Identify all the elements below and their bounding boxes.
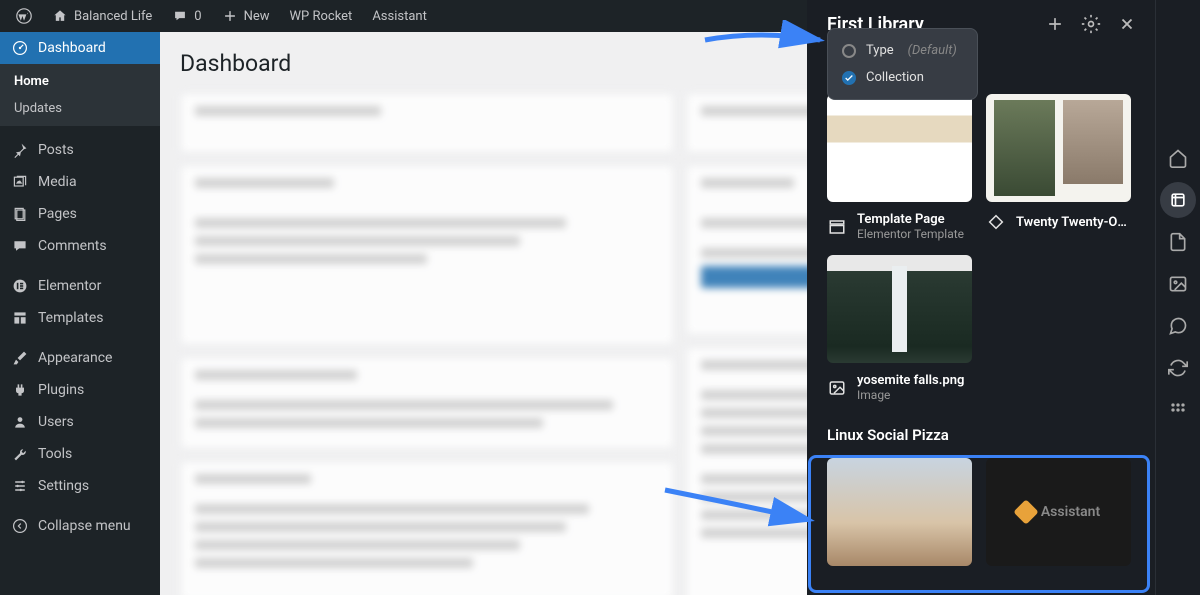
- thumbnail: [986, 94, 1131, 202]
- sliders-icon: [12, 478, 28, 494]
- thumbnail: [827, 94, 972, 202]
- wp-rocket-link[interactable]: WP Rocket: [282, 0, 361, 32]
- plus-icon: [222, 8, 238, 24]
- side-btn-media[interactable]: [1160, 266, 1196, 302]
- section-linux-social-pizza: Linux Social Pizza: [827, 426, 1135, 444]
- library-item-template-page[interactable]: Template Page Elementor Template: [827, 94, 972, 241]
- pages-icon: [12, 206, 28, 222]
- menu-users[interactable]: Users: [0, 406, 160, 438]
- thumbnail: [827, 458, 972, 566]
- dashboard-widget: [180, 93, 674, 153]
- assistant-link[interactable]: Assistant: [364, 0, 435, 32]
- filter-option-type[interactable]: Type (Default): [836, 37, 969, 64]
- plug-icon: [12, 382, 28, 398]
- menu-dashboard[interactable]: Dashboard: [0, 32, 160, 64]
- library-item-pizza[interactable]: [827, 458, 972, 566]
- side-btn-content[interactable]: [1160, 224, 1196, 260]
- menu-templates[interactable]: Templates: [0, 302, 160, 334]
- thumbnail: Assistant: [986, 458, 1131, 566]
- menu-pages[interactable]: Pages: [0, 198, 160, 230]
- elementor-icon: [12, 278, 28, 294]
- assistant-panel: First Library Type (Default) Collection …: [807, 0, 1200, 595]
- close-button[interactable]: [1115, 12, 1139, 36]
- new-label: New: [244, 9, 270, 24]
- user-icon: [12, 414, 28, 430]
- menu-appearance[interactable]: Appearance: [0, 342, 160, 374]
- admin-sidebar: Dashboard Home Updates Posts Media Pages…: [0, 32, 160, 595]
- menu-media[interactable]: Media: [0, 166, 160, 198]
- side-btn-libraries[interactable]: [1160, 182, 1196, 218]
- side-btn-comments[interactable]: [1160, 308, 1196, 344]
- dashboard-widget: [180, 165, 674, 345]
- side-btn-updates[interactable]: [1160, 350, 1196, 386]
- home-icon: [52, 8, 68, 24]
- collapse-menu[interactable]: Collapse menu: [0, 510, 160, 542]
- comment-icon: [12, 238, 28, 254]
- menu-posts[interactable]: Posts: [0, 134, 160, 166]
- submenu-home[interactable]: Home: [0, 68, 160, 95]
- menu-elementor[interactable]: Elementor: [0, 270, 160, 302]
- media-icon: [12, 174, 28, 190]
- brush-icon: [12, 350, 28, 366]
- collapse-icon: [12, 518, 28, 534]
- templates-icon: [12, 310, 28, 326]
- menu-tools[interactable]: Tools: [0, 438, 160, 470]
- new-content-link[interactable]: New: [214, 0, 278, 32]
- dashboard-widget: [180, 357, 674, 449]
- submenu-updates[interactable]: Updates: [0, 95, 160, 122]
- side-btn-home[interactable]: [1160, 140, 1196, 176]
- library-item-twenty-twenty[interactable]: Twenty Twenty-On…: [986, 94, 1131, 241]
- radio-unchecked-icon: [842, 44, 856, 58]
- menu-plugins[interactable]: Plugins: [0, 374, 160, 406]
- filter-dropdown: Type (Default) Collection: [827, 28, 978, 100]
- pin-icon: [12, 142, 28, 158]
- thumbnail: [827, 255, 972, 363]
- site-name: Balanced Life: [74, 9, 152, 24]
- radio-checked-icon: [842, 71, 856, 85]
- comment-icon: [172, 8, 188, 24]
- wordpress-icon: [16, 8, 32, 24]
- library-item-yosemite[interactable]: yosemite falls.png Image: [827, 255, 972, 402]
- diamond-icon: [986, 212, 1006, 232]
- settings-button[interactable]: [1079, 12, 1103, 36]
- library-item-assistant[interactable]: Assistant: [986, 458, 1131, 566]
- submenu-dashboard: Home Updates: [0, 64, 160, 126]
- side-btn-apps[interactable]: [1160, 392, 1196, 428]
- wp-logo[interactable]: [8, 0, 40, 32]
- image-icon: [827, 378, 847, 398]
- add-button[interactable]: [1043, 12, 1067, 36]
- side-toolbar: [1155, 0, 1200, 595]
- layout-icon: [827, 217, 847, 237]
- dashboard-icon: [12, 40, 28, 56]
- comments-count: 0: [194, 9, 201, 24]
- menu-comments[interactable]: Comments: [0, 230, 160, 262]
- comments-link[interactable]: 0: [164, 0, 209, 32]
- dashboard-widget: [180, 461, 674, 595]
- site-name-link[interactable]: Balanced Life: [44, 0, 160, 32]
- wrench-icon: [12, 446, 28, 462]
- menu-settings[interactable]: Settings: [0, 470, 160, 502]
- filter-option-collection[interactable]: Collection: [836, 64, 969, 91]
